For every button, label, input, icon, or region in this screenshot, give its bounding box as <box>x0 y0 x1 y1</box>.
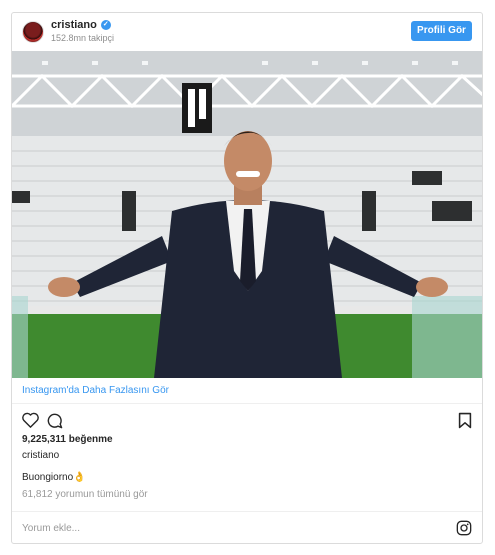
username[interactable]: cristiano <box>51 19 97 31</box>
comment-box <box>12 511 482 543</box>
like-count[interactable]: 9,225,311 beğenme <box>12 432 482 448</box>
stadium-photo-illustration <box>12 51 482 378</box>
view-more-on-instagram-link[interactable]: Instagram'da Daha Fazlasını Gör <box>12 378 482 404</box>
bookmark-icon[interactable] <box>458 412 472 432</box>
post-header: cristiano ✓ 152.8mn takipçi Profili Gör <box>12 13 482 51</box>
avatar[interactable] <box>22 21 44 43</box>
instagram-embed-card: cristiano ✓ 152.8mn takipçi Profili Gör <box>11 12 483 544</box>
follower-count: 152.8mn takipçi <box>51 33 115 43</box>
caption-username[interactable]: cristiano <box>12 448 482 470</box>
username-group: cristiano ✓ <box>51 19 111 31</box>
verified-badge-icon: ✓ <box>100 20 111 30</box>
comment-input[interactable] <box>22 520 402 536</box>
comment-icon[interactable] <box>46 412 63 432</box>
view-all-comments-link[interactable]: 61,812 yorumun tümünü gör <box>12 486 482 504</box>
caption-text: Buongiorno👌 <box>22 472 86 483</box>
heart-icon[interactable] <box>22 412 39 431</box>
instagram-logo-icon[interactable] <box>456 520 472 539</box>
post-photo[interactable] <box>12 51 482 378</box>
action-bar <box>12 404 482 432</box>
view-profile-button[interactable]: Profili Gör <box>411 21 472 41</box>
